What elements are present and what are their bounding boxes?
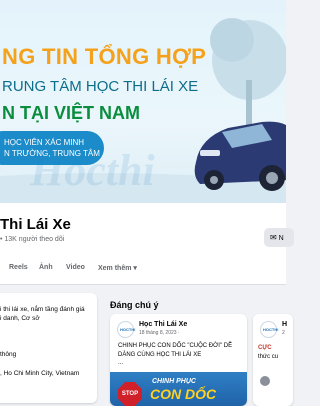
- post-image-caption: CHINH PHỤC: [152, 378, 196, 385]
- post-date[interactable]: 18 tháng 8, 2023 ·: [139, 330, 180, 336]
- intro-category: i danh, Cơ sở: [0, 315, 40, 322]
- post-image[interactable]: STOP CHINH PHỤC CON DỐC: [110, 372, 247, 406]
- intro-info: thông: [0, 351, 17, 358]
- tab-videos[interactable]: Video: [66, 264, 85, 271]
- follower-count[interactable]: • 13K người theo dõi: [0, 236, 64, 243]
- post-text-line2: thức cu: [258, 354, 279, 360]
- message-button-label: N: [278, 235, 284, 242]
- tab-photos[interactable]: Ảnh: [39, 264, 53, 271]
- post-text-line2: DÀNG CÙNG HỌC THI LÁI XE: [118, 352, 202, 358]
- cover-subtitle: RUNG TÂM HỌC THI LÁI XE: [2, 78, 199, 95]
- page-tabs: Reels Ảnh Video Xem thêm ▾: [0, 264, 286, 284]
- intro-card: i thi lái xe, nắm tầng đánh giá i danh, …: [0, 293, 97, 403]
- page-title[interactable]: Thi Lái Xe: [0, 216, 71, 233]
- avatar[interactable]: HOCTHI: [260, 321, 278, 338]
- post-author[interactable]: Học Thi Lái Xe: [139, 321, 187, 328]
- stop-sign-icon: STOP: [118, 382, 142, 406]
- featured-post-1[interactable]: HOCTHI Học Thi Lái Xe 18 tháng 8, 2023 ·…: [110, 314, 247, 406]
- cover-watermark: Hocthi: [30, 146, 155, 195]
- cover-title: NG TIN TỔNG HỢP: [2, 44, 207, 69]
- cover-subtitle-bold: N TẠI VIỆT NAM: [2, 103, 140, 123]
- post-text-line1: CHINH PHỤC CON DỐC "CUỘC ĐỜI" DỄ: [118, 343, 233, 349]
- featured-post-2[interactable]: HOCTHI H 2 CỰC thức cu: [253, 314, 293, 406]
- tab-more[interactable]: Xem thêm ▾: [98, 264, 137, 272]
- post-author[interactable]: H: [282, 321, 287, 328]
- message-button[interactable]: ✉ N: [264, 228, 294, 247]
- post-date[interactable]: 2: [282, 330, 285, 336]
- post-text-line1: CỰC: [258, 345, 272, 351]
- messenger-icon: ✉: [270, 233, 277, 242]
- avatar[interactable]: HOCTHI: [117, 321, 135, 338]
- intro-location[interactable]: , Ho Chi Minh City, Vietnam: [0, 369, 79, 378]
- avatar[interactable]: [260, 376, 270, 386]
- post-ellipsis: ...: [118, 360, 124, 366]
- cover-photo[interactable]: NG TIN TỔNG HỢP RUNG TÂM HỌC THI LÁI XE …: [0, 0, 286, 203]
- intro-bio: i thi lái xe, nắm tầng đánh giá: [0, 306, 85, 313]
- tab-reels[interactable]: Reels: [9, 264, 28, 271]
- featured-heading: Đáng chú ý: [110, 300, 159, 310]
